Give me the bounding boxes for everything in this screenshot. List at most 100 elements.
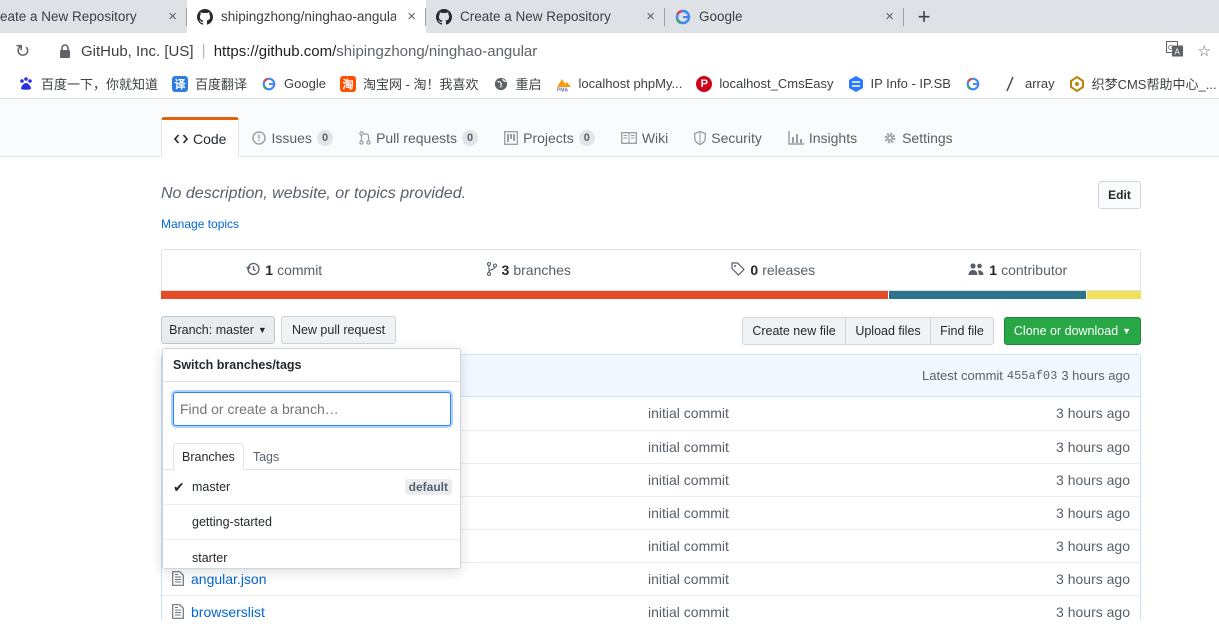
caret-down-icon: ▼: [1122, 326, 1132, 336]
issue-icon: [252, 130, 267, 145]
browser-tab-2[interactable]: shipingzhong/ninghao-angula ×: [187, 0, 426, 33]
tab-branches[interactable]: Branches: [173, 443, 244, 470]
bookmark-cmseasy[interactable]: P localhost_CmsEasy: [696, 75, 834, 92]
branches-link[interactable]: 3 branches: [407, 250, 652, 290]
clone-or-download-button[interactable]: Clone or download ▼: [1004, 317, 1141, 345]
contributors-link[interactable]: 1 contributor: [896, 250, 1141, 290]
graph-icon: [788, 130, 804, 145]
svg-text:A: A: [1174, 48, 1180, 57]
gear-icon: [883, 131, 897, 145]
commit-message-link[interactable]: initial commit: [648, 505, 729, 521]
default-badge: default: [404, 479, 452, 495]
latest-commit-label: Latest commit: [921, 368, 1003, 383]
reload-icon[interactable]: ↻: [15, 41, 35, 62]
counter-badge: 0: [316, 129, 334, 146]
branch-name: master: [192, 480, 231, 494]
url-text[interactable]: https://github.com/shipingzhong/ninghao-…: [214, 43, 538, 60]
browser-tab-title: eate a New Repository: [0, 9, 137, 24]
history-icon: [246, 262, 260, 279]
latest-commit-age: 3 hours ago: [1061, 368, 1130, 383]
bookmark-baidu[interactable]: 百度一下，你就知道: [18, 74, 158, 93]
find-file-button[interactable]: Find file: [930, 317, 994, 345]
commit-message-link[interactable]: initial commit: [648, 538, 729, 554]
tab-label: Pull requests: [376, 129, 457, 146]
svg-text:PMA: PMA: [557, 87, 569, 92]
manage-topics-link[interactable]: Manage topics: [161, 217, 239, 231]
address-bar[interactable]: ↻ GitHub, Inc. [US] | https://github.com…: [0, 33, 1219, 69]
bookmark-taobao[interactable]: 淘 淘宝网 - 淘！我喜欢: [339, 74, 479, 93]
close-icon[interactable]: ×: [646, 8, 655, 25]
counter-badge: 0: [462, 129, 479, 146]
tab-security[interactable]: Security: [681, 117, 775, 157]
file-name-link[interactable]: browserslist: [191, 604, 265, 620]
tab-issues[interactable]: Issues 0: [239, 117, 346, 157]
commit-message-link[interactable]: initial commit: [648, 571, 729, 587]
commit-age: 3 hours ago: [1056, 505, 1130, 521]
bookmark-ipsb[interactable]: IP Info - IP.SB: [848, 75, 951, 92]
close-icon[interactable]: ×: [885, 8, 894, 25]
tab-tags[interactable]: Tags: [244, 443, 288, 469]
commit-message-link[interactable]: initial commit: [648, 472, 729, 488]
close-icon[interactable]: ×: [168, 8, 177, 25]
bookmark-array[interactable]: array: [1002, 76, 1055, 92]
new-pull-request-button[interactable]: New pull request: [281, 316, 396, 344]
commit-sha-link[interactable]: 455af03: [1007, 369, 1057, 383]
tab-label: Code: [193, 130, 227, 147]
language-segment[interactable]: [889, 291, 1088, 299]
close-icon[interactable]: ×: [407, 8, 416, 25]
bookmark-baidu-translate[interactable]: 译 百度翻译: [172, 74, 247, 93]
commit-message-link[interactable]: initial commit: [648, 405, 729, 421]
bookmark-label: 百度翻译: [195, 77, 248, 92]
new-tab-button[interactable]: +: [904, 0, 944, 33]
bookmark-dedecms[interactable]: 织梦CMS帮助中心_...: [1069, 74, 1217, 93]
branch-select-button[interactable]: Branch: master ▼: [161, 316, 275, 344]
tab-insights[interactable]: Insights: [775, 117, 870, 157]
branch-item-getting-started[interactable]: getting-started: [163, 505, 460, 540]
lock-icon[interactable]: [59, 44, 71, 58]
bookmark-label: 百度一下，你就知道: [41, 77, 159, 92]
url-separator: |: [201, 42, 206, 59]
tab-settings[interactable]: Settings: [870, 117, 966, 157]
language-bar[interactable]: [161, 291, 1141, 299]
upload-files-button[interactable]: Upload files: [845, 317, 931, 345]
branch-filter-input[interactable]: [173, 392, 451, 426]
edit-button[interactable]: Edit: [1098, 181, 1141, 209]
commit-message-link[interactable]: initial commit: [648, 604, 729, 620]
bookmark-google[interactable]: Google: [261, 76, 326, 92]
tab-pull-requests[interactable]: Pull requests 0: [346, 117, 491, 157]
url-host: https://github.com/: [213, 42, 337, 60]
tab-wiki[interactable]: Wiki: [608, 117, 681, 157]
bookmark-label: IP Info - IP.SB: [870, 76, 951, 91]
tab-label: Wiki: [641, 129, 669, 146]
branch-item-starter[interactable]: starter: [163, 540, 460, 575]
tab-code[interactable]: Code: [161, 117, 240, 157]
language-segment[interactable]: [161, 291, 890, 299]
translate-icon[interactable]: AG: [1165, 41, 1184, 61]
browser-tab-1[interactable]: eate a New Repository ×: [0, 0, 187, 33]
commit-message-link[interactable]: initial commit: [648, 439, 729, 455]
svg-text:G: G: [1168, 45, 1173, 52]
pull-request-icon: [359, 130, 371, 145]
star-icon[interactable]: ☆: [1198, 42, 1211, 60]
language-segment[interactable]: [1087, 291, 1141, 299]
google-icon: [965, 76, 981, 92]
bookmark-phpmyadmin[interactable]: PMA localhost phpMy...: [556, 76, 682, 92]
ipsb-icon: [848, 75, 864, 92]
google-icon: [675, 9, 691, 25]
commits-link[interactable]: 1 commit: [162, 250, 407, 290]
create-new-file-button[interactable]: Create new file: [742, 317, 846, 345]
bookmark-label: Google: [284, 76, 326, 91]
browser-tab-title: Create a New Repository: [460, 9, 611, 24]
dedecms-icon: [1069, 75, 1085, 92]
browser-tab-4[interactable]: Google ×: [665, 0, 904, 33]
browser-tab-3[interactable]: Create a New Repository ×: [426, 0, 665, 33]
browser-tab-title: shipingzhong/ninghao-angula: [221, 9, 396, 24]
bookmark-google-2[interactable]: [965, 76, 988, 92]
commit-age: 3 hours ago: [1056, 439, 1130, 455]
translate-icon: 译: [172, 75, 189, 92]
project-icon: [504, 130, 519, 145]
bookmark-restart[interactable]: 重启: [493, 74, 542, 93]
branch-item-master[interactable]: ✔ master default: [163, 470, 460, 505]
releases-link[interactable]: 0 releases: [651, 250, 896, 290]
tab-projects[interactable]: Projects 0: [491, 117, 608, 157]
